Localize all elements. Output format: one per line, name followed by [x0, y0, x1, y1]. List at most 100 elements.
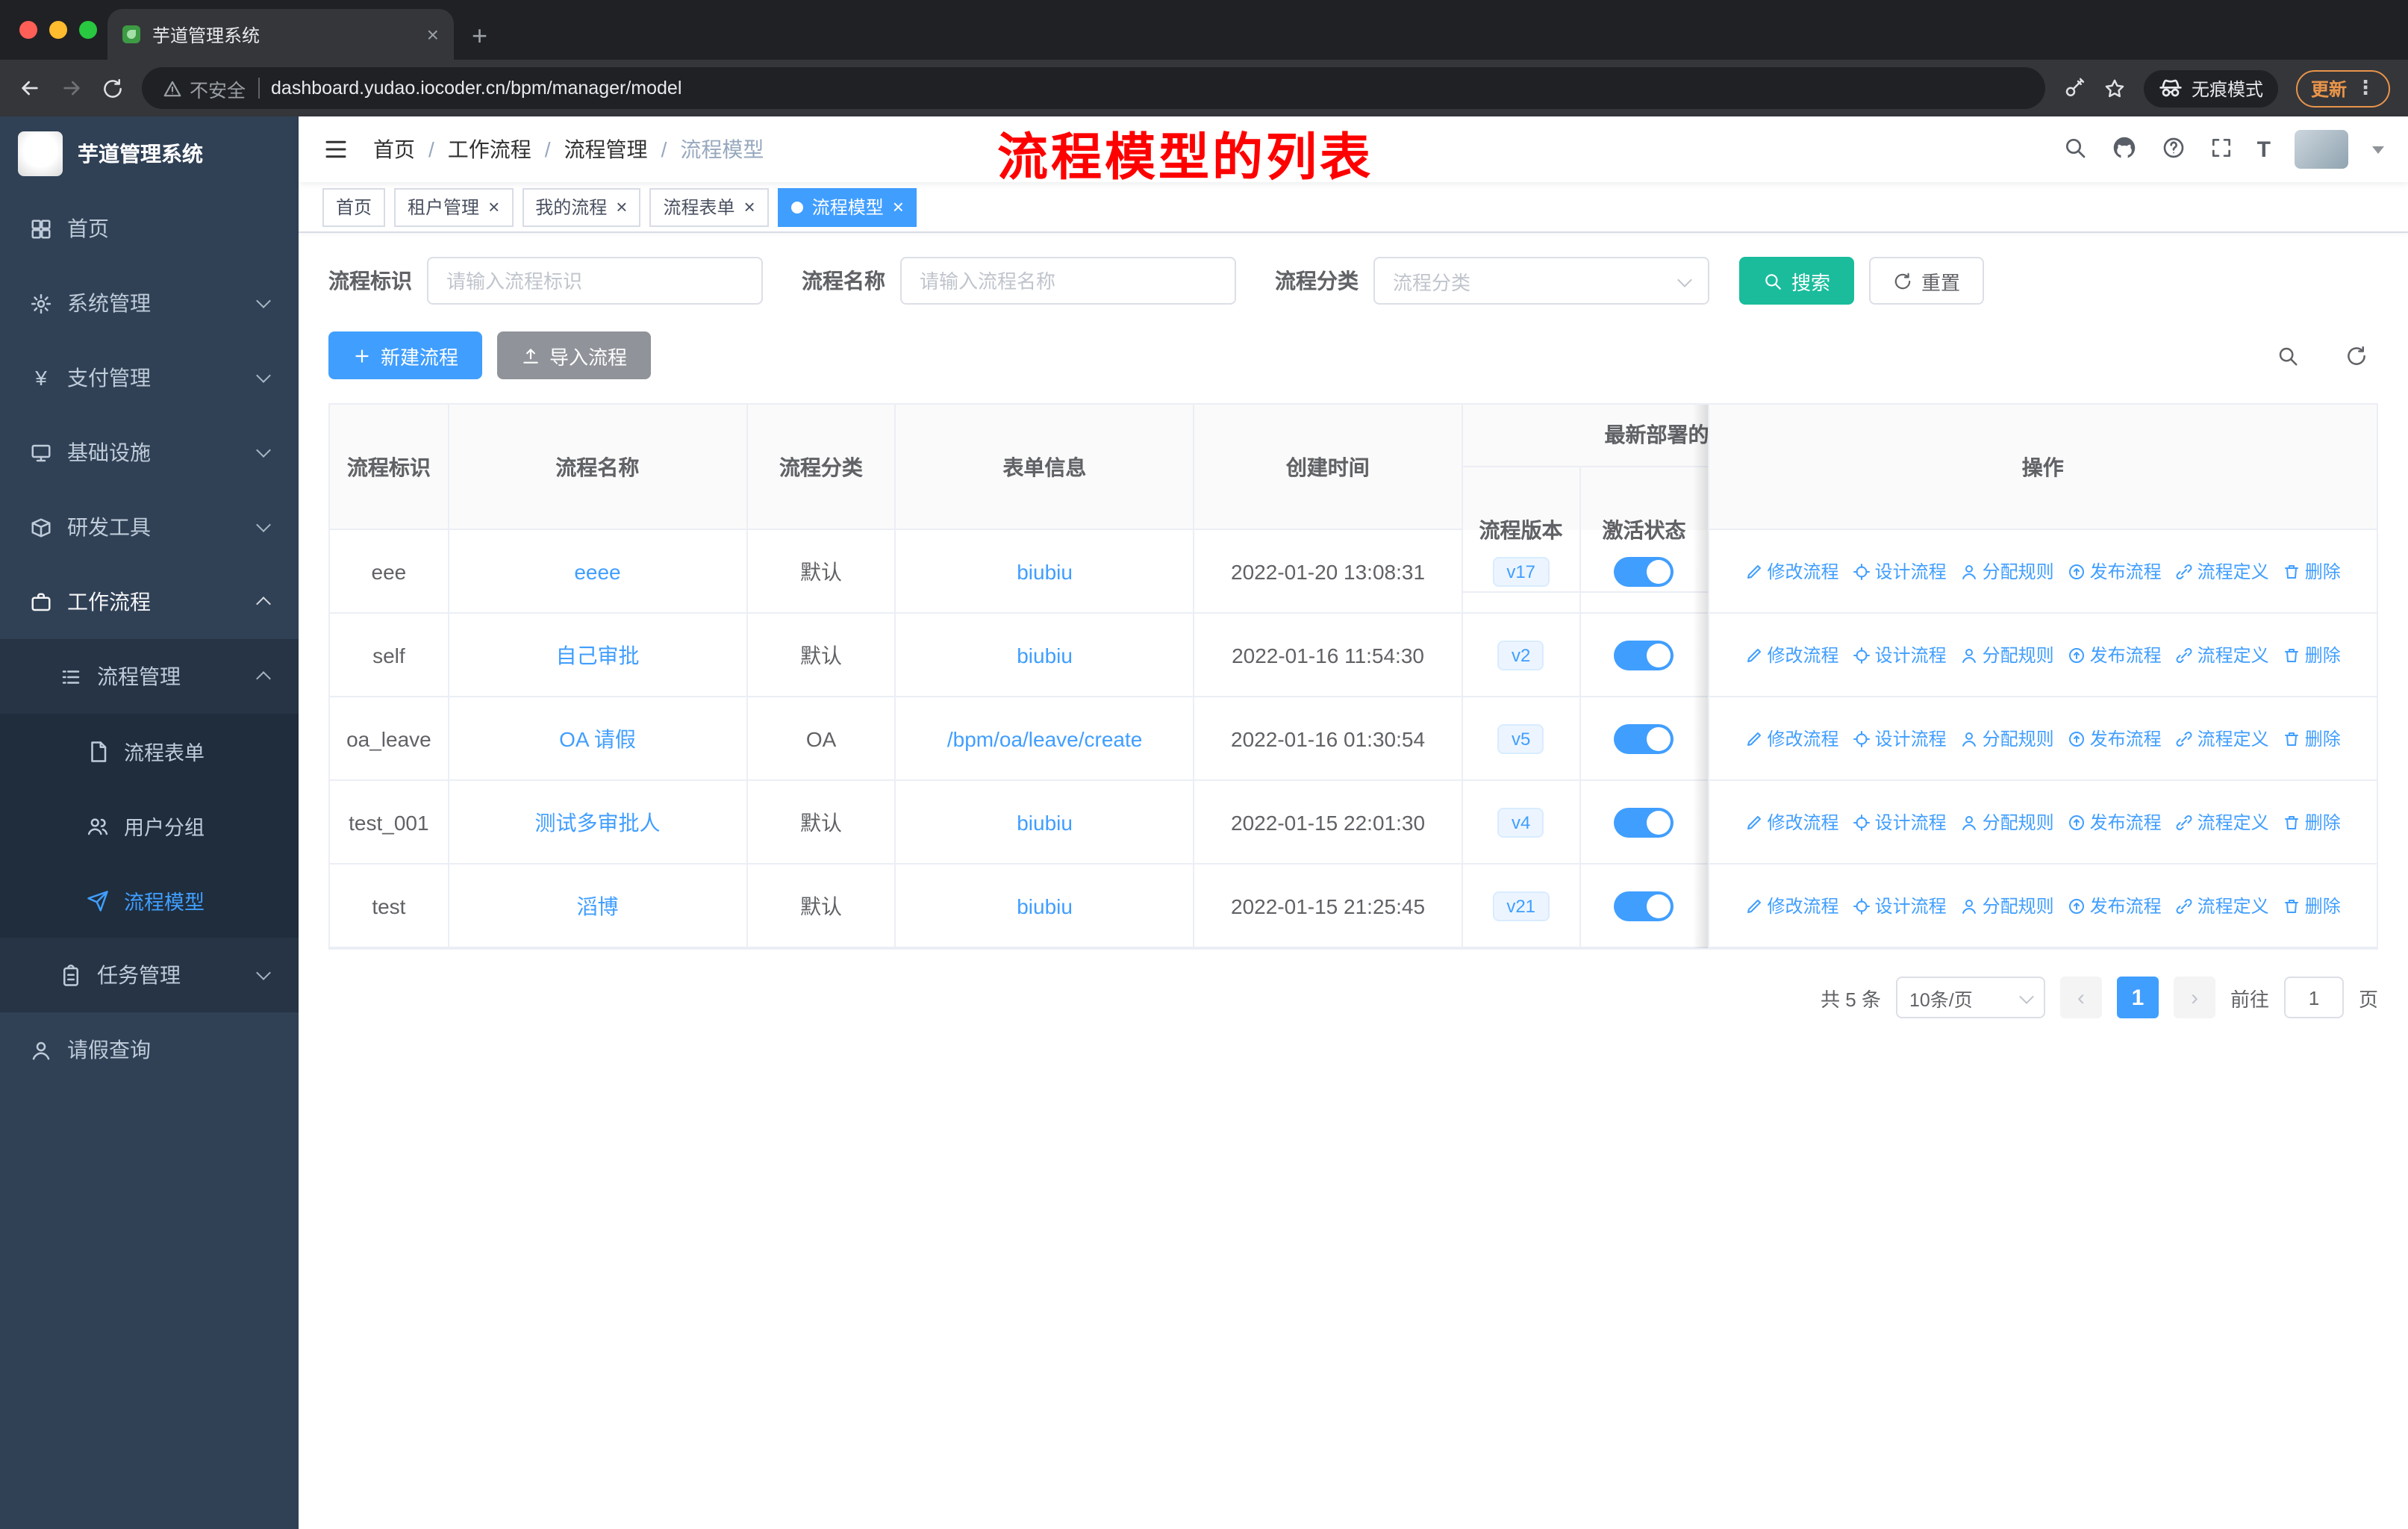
sidebar-item-leave-query[interactable]: 请假查询	[0, 1012, 299, 1087]
forward-button[interactable]	[60, 76, 84, 100]
action-delete-link[interactable]: 删除	[2283, 726, 2341, 751]
breadcrumb-workflow[interactable]: 工作流程	[448, 134, 531, 164]
toggle-search-button[interactable]	[2265, 333, 2309, 378]
action-design-link[interactable]: 设计流程	[1853, 893, 1947, 918]
sidebar-item-workflow[interactable]: 工作流程	[0, 564, 299, 639]
form-info-link[interactable]: /bpm/oa/leave/create	[947, 726, 1143, 750]
action-assign-rule-link[interactable]: 分配规则	[1960, 558, 2054, 584]
action-delete-link[interactable]: 删除	[2283, 809, 2341, 835]
action-assign-rule-link[interactable]: 分配规则	[1960, 809, 2054, 835]
browser-tab[interactable]: 芋道管理系统 ×	[107, 9, 454, 60]
active-toggle[interactable]	[1614, 807, 1674, 837]
tag-close-icon[interactable]: ×	[893, 197, 904, 217]
action-publish-link[interactable]: 发布流程	[2068, 726, 2162, 751]
font-size-icon[interactable]: T	[2257, 137, 2271, 162]
fullscreen-icon[interactable]	[2209, 135, 2233, 164]
next-page-button[interactable]: ›	[2173, 977, 2215, 1018]
tag-process-model[interactable]: 流程模型 ×	[777, 187, 917, 226]
sidebar-item-devtools[interactable]: 研发工具	[0, 490, 299, 564]
prev-page-button[interactable]: ‹	[2059, 977, 2102, 1018]
action-assign-rule-link[interactable]: 分配规则	[1960, 642, 2054, 667]
tag-my-process[interactable]: 我的流程 ×	[522, 187, 641, 226]
action-design-link[interactable]: 设计流程	[1853, 558, 1947, 584]
user-avatar[interactable]	[2295, 130, 2348, 169]
action-definition-link[interactable]: 流程定义	[2175, 809, 2269, 835]
action-edit-link[interactable]: 修改流程	[1745, 558, 1839, 584]
help-icon[interactable]	[2162, 135, 2186, 164]
version-badge[interactable]: v21	[1493, 891, 1550, 921]
process-name-link[interactable]: eeee	[574, 559, 620, 583]
active-toggle[interactable]	[1614, 723, 1674, 753]
sidebar-item-infra[interactable]: 基础设施	[0, 415, 299, 490]
goto-page-input[interactable]	[2283, 977, 2344, 1018]
tab-close-icon[interactable]: ×	[427, 24, 439, 45]
sidebar-collapse-button[interactable]	[322, 136, 349, 163]
action-publish-link[interactable]: 发布流程	[2068, 642, 2162, 667]
action-publish-link[interactable]: 发布流程	[2068, 893, 2162, 918]
action-assign-rule-link[interactable]: 分配规则	[1960, 893, 2054, 918]
reload-button[interactable]	[102, 77, 124, 99]
sidebar-item-system[interactable]: 系统管理	[0, 266, 299, 340]
sidebar-item-process-management[interactable]: 流程管理	[0, 639, 299, 714]
form-info-link[interactable]: biubiu	[1017, 810, 1073, 834]
reset-button[interactable]: 重置	[1869, 257, 1985, 305]
action-definition-link[interactable]: 流程定义	[2175, 893, 2269, 918]
tag-close-icon[interactable]: ×	[744, 197, 755, 217]
version-badge[interactable]: v2	[1497, 640, 1544, 670]
security-status[interactable]: 不安全	[163, 74, 246, 102]
action-design-link[interactable]: 设计流程	[1853, 809, 1947, 835]
action-design-link[interactable]: 设计流程	[1853, 726, 1947, 751]
form-info-link[interactable]: biubiu	[1017, 559, 1073, 583]
action-publish-link[interactable]: 发布流程	[2068, 558, 2162, 584]
sidebar-item-home[interactable]: 首页	[0, 191, 299, 266]
action-publish-link[interactable]: 发布流程	[2068, 809, 2162, 835]
import-process-button[interactable]: 导入流程	[497, 331, 652, 379]
tag-process-form[interactable]: 流程表单 ×	[649, 187, 769, 226]
active-toggle[interactable]	[1614, 640, 1674, 670]
browser-update-button[interactable]: 更新 ⋮	[2295, 69, 2390, 107]
sidebar-item-task-management[interactable]: 任务管理	[0, 938, 299, 1012]
current-page-button[interactable]: 1	[2116, 977, 2159, 1018]
process-name-link[interactable]: 滔博	[576, 891, 618, 921]
sidebar-item-process-form[interactable]: 流程表单	[0, 714, 299, 788]
action-edit-link[interactable]: 修改流程	[1745, 726, 1839, 751]
active-toggle[interactable]	[1614, 891, 1674, 921]
create-process-button[interactable]: 新建流程	[328, 331, 483, 379]
process-name-link[interactable]: 测试多审批人	[534, 807, 660, 837]
minimize-window-button[interactable]	[49, 21, 67, 39]
header-search-icon[interactable]	[2063, 135, 2087, 164]
search-button[interactable]: 搜索	[1739, 257, 1855, 305]
category-select[interactable]: 流程分类	[1373, 257, 1709, 305]
action-definition-link[interactable]: 流程定义	[2175, 558, 2269, 584]
sidebar-item-process-model[interactable]: 流程模型	[0, 863, 299, 938]
version-badge[interactable]: v4	[1497, 807, 1544, 837]
form-info-link[interactable]: biubiu	[1017, 894, 1073, 918]
bookmark-star-icon[interactable]	[2103, 77, 2126, 99]
action-edit-link[interactable]: 修改流程	[1745, 809, 1839, 835]
breadcrumb-process-management[interactable]: 流程管理	[564, 134, 648, 164]
tag-home[interactable]: 首页	[322, 187, 386, 226]
tag-close-icon[interactable]: ×	[616, 197, 627, 217]
sidebar-item-payment[interactable]: ¥ 支付管理	[0, 340, 299, 415]
action-assign-rule-link[interactable]: 分配规则	[1960, 726, 2054, 751]
maximize-window-button[interactable]	[79, 21, 97, 39]
page-size-select[interactable]: 10条/页	[1895, 977, 2045, 1018]
new-tab-button[interactable]: +	[472, 22, 487, 49]
action-delete-link[interactable]: 删除	[2283, 558, 2341, 584]
action-delete-link[interactable]: 删除	[2283, 893, 2341, 918]
sidebar-item-user-group[interactable]: 用户分组	[0, 788, 299, 863]
active-toggle[interactable]	[1614, 556, 1674, 586]
action-edit-link[interactable]: 修改流程	[1745, 642, 1839, 667]
process-name-link[interactable]: OA 请假	[559, 723, 636, 753]
breadcrumb-home[interactable]: 首页	[373, 134, 415, 164]
version-badge[interactable]: v17	[1493, 556, 1550, 586]
tag-close-icon[interactable]: ×	[488, 197, 499, 217]
action-edit-link[interactable]: 修改流程	[1745, 893, 1839, 918]
url-box[interactable]: 不安全 dashboard.yudao.iocoder.cn/bpm/manag…	[142, 67, 2045, 109]
refresh-table-button[interactable]	[2333, 333, 2378, 378]
version-badge[interactable]: v5	[1497, 723, 1544, 753]
process-name-input[interactable]	[900, 257, 1236, 305]
action-delete-link[interactable]: 删除	[2283, 642, 2341, 667]
close-window-button[interactable]	[19, 21, 37, 39]
action-design-link[interactable]: 设计流程	[1853, 642, 1947, 667]
